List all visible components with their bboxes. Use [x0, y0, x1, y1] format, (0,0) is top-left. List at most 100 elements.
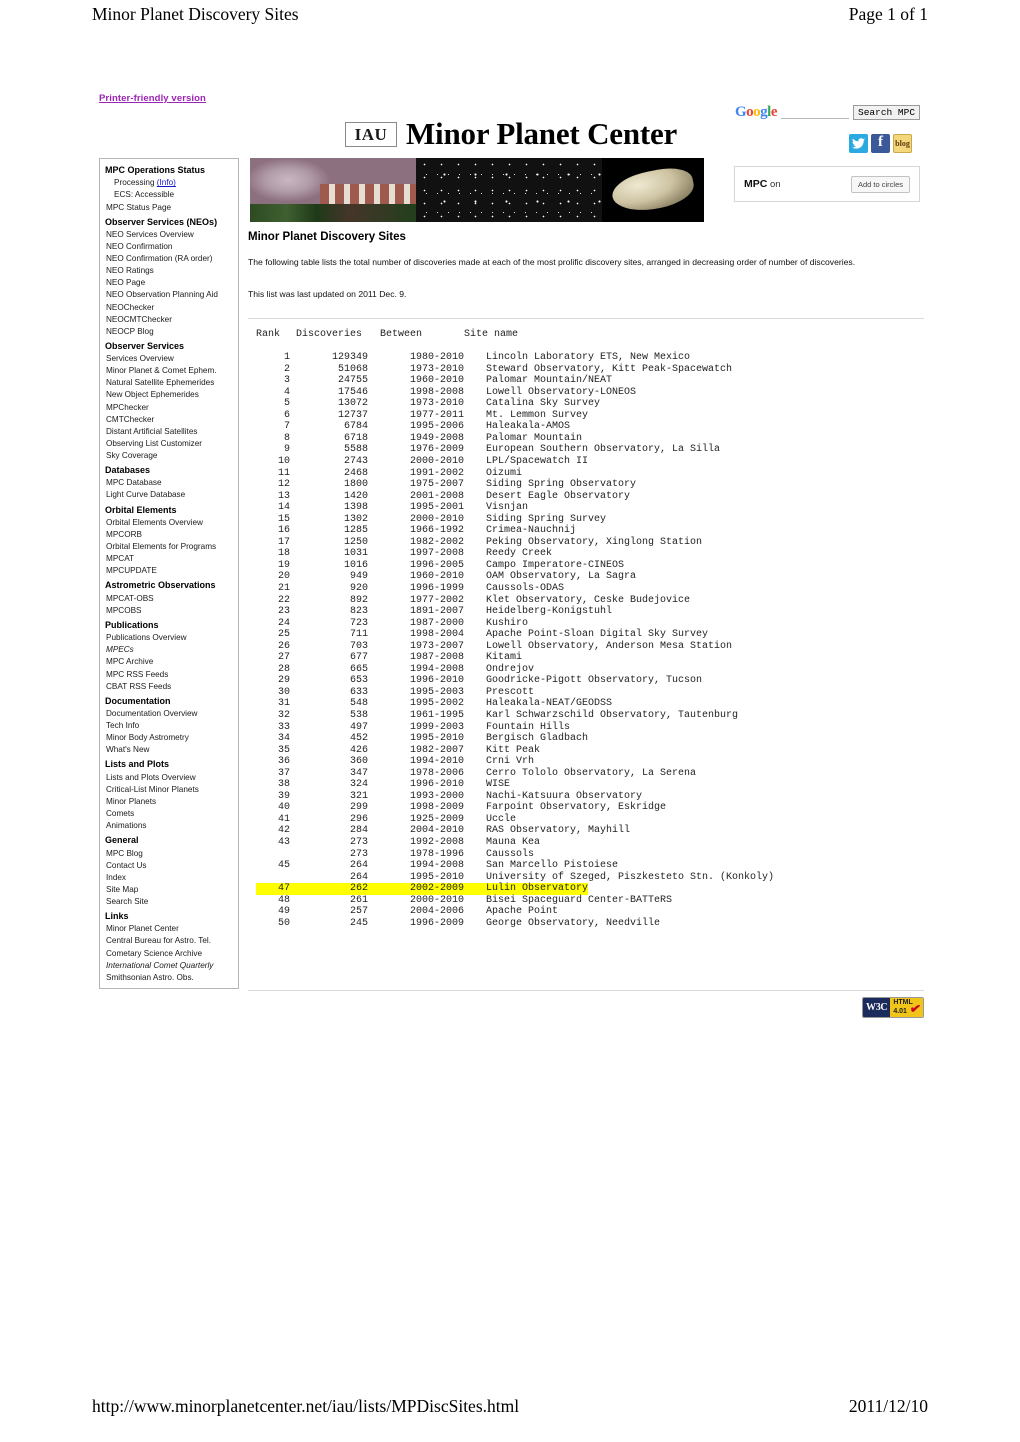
- cell-rank: 25: [277, 629, 290, 641]
- sidebar-item-neo-observation-planning-aid[interactable]: NEO Observation Planning Aid: [100, 289, 238, 301]
- sidebar-item-ecs-accessible[interactable]: ECS: Accessible: [100, 189, 238, 201]
- search-input[interactable]: [781, 106, 850, 119]
- sidebar-item-index[interactable]: Index: [100, 872, 238, 884]
- cell-site-name: Reedy Creek: [486, 548, 553, 560]
- sidebar-item-mpc-rss-feeds[interactable]: MPC RSS Feeds: [100, 669, 238, 681]
- cell-discoveries: 823: [349, 606, 368, 618]
- sidebar-item-mpcat-obs[interactable]: MPCAT-OBS: [100, 593, 238, 605]
- table-row: 27 677 1987-2008 Kitami: [256, 652, 774, 664]
- sidebar-item-site-map[interactable]: Site Map: [100, 884, 238, 896]
- cell-between: 2004-2006: [409, 906, 464, 918]
- cell-between: 1975-2007: [409, 479, 464, 491]
- sidebar-item-minor-planet-comet-ephem[interactable]: Minor Planet & Comet Ephem.: [100, 365, 238, 377]
- sidebar-item-new-object-ephemerides[interactable]: New Object Ephemerides: [100, 389, 238, 401]
- sidebar-item-neo-confirmation[interactable]: NEO Confirmation: [100, 241, 238, 253]
- google-logo: Google: [735, 104, 778, 120]
- sidebar-item-publications-overview[interactable]: Publications Overview: [100, 632, 238, 644]
- cell-rank: 34: [277, 733, 290, 745]
- sidebar-item-mpc-database[interactable]: MPC Database: [100, 477, 238, 489]
- sidebar-item-label: Observing List Customizer: [106, 438, 203, 448]
- cell-between: 1987-2008: [409, 652, 464, 664]
- cell-rank: 36: [277, 756, 290, 768]
- sidebar-item-mpcorb[interactable]: MPCORB: [100, 529, 238, 541]
- sidebar-item-orbital-elements-for-programs[interactable]: Orbital Elements for Programs: [100, 541, 238, 553]
- sidebar-item-smithsonian-astro-obs[interactable]: Smithsonian Astro. Obs.: [100, 972, 238, 984]
- table-row: 1 129349 1980-2010 Lincoln Laboratory ETS, …: [256, 352, 774, 364]
- table-row: 38 324 1996-2010 WISE: [256, 779, 774, 791]
- gplus-suffix: on: [769, 179, 781, 190]
- sidebar-item-comets[interactable]: Comets: [100, 808, 238, 820]
- sidebar-item-observing-list-customizer[interactable]: Observing List Customizer: [100, 438, 238, 450]
- sidebar-item-mpc-blog[interactable]: MPC Blog: [100, 848, 238, 860]
- sidebar-info-link[interactable]: (Info): [157, 178, 176, 187]
- cell-between: 2001-2008: [409, 490, 464, 502]
- cell-between: 1995-2006: [409, 421, 464, 433]
- cell-discoveries: 321: [349, 790, 368, 802]
- sidebar-item-minor-body-astrometry[interactable]: Minor Body Astrometry: [100, 732, 238, 744]
- sidebar-item-distant-artificial-satellites[interactable]: Distant Artificial Satellites: [100, 426, 238, 438]
- sidebar-item-critical-list-minor-planets[interactable]: Critical-List Minor Planets: [100, 784, 238, 796]
- sidebar-item-search-site[interactable]: Search Site: [100, 896, 238, 908]
- sidebar-item-mpc-status-page[interactable]: MPC Status Page: [100, 202, 238, 214]
- sidebar-heading: MPC Operations Status: [105, 165, 206, 175]
- sidebar-item-mpchecker[interactable]: MPChecker: [100, 402, 238, 414]
- sidebar-item-central-bureau-for-astro-tel[interactable]: Central Bureau for Astro. Tel.: [100, 935, 238, 947]
- sidebar-item-sky-coverage[interactable]: Sky Coverage: [100, 450, 238, 462]
- sidebar-item-mpecs[interactable]: MPECs: [100, 644, 238, 656]
- blog-icon[interactable]: blog: [893, 134, 912, 153]
- sidebar-item-tech-info[interactable]: Tech Info: [100, 720, 238, 732]
- sidebar-heading: Documentation: [105, 695, 171, 706]
- search-mpc-button[interactable]: Search MPC: [853, 105, 921, 120]
- add-to-circles-button[interactable]: Add to circles: [850, 175, 910, 193]
- table-row: 20 949 1960-2010 OAM Observatory, La Sagra: [256, 571, 774, 583]
- cell-site-name: Apache Point-Sloan Digital Sky Survey: [486, 629, 709, 641]
- sidebar-item-natural-satellite-ephemerides[interactable]: Natural Satellite Ephemerides: [100, 377, 238, 389]
- sidebar-item-neo-ratings[interactable]: NEO Ratings: [100, 265, 238, 277]
- cell-rank: 40: [277, 802, 290, 814]
- sidebar-item-mpc-archive[interactable]: MPC Archive: [100, 656, 238, 668]
- sidebar-item-minor-planet-center[interactable]: Minor Planet Center: [100, 923, 238, 935]
- table-row: 29 653 1996-2010 Goodricke-Pigott Observato…: [256, 675, 774, 687]
- sidebar-item-minor-planets[interactable]: Minor Planets: [100, 796, 238, 808]
- cell-site-name: Haleakala-NEAT/GEODSS: [486, 698, 613, 710]
- print-header: Minor Planet Discovery Sites Page 1 of 1: [92, 4, 928, 25]
- sidebar-item-mpcobs[interactable]: MPCOBS: [100, 605, 238, 617]
- sidebar-item-neochecker[interactable]: NEOChecker: [100, 302, 238, 314]
- sidebar-item-label: Documentation Overview: [106, 709, 198, 719]
- cell-rank: 50: [277, 917, 290, 929]
- cell-discoveries: 1285: [343, 525, 368, 537]
- sidebar-item-services-overview[interactable]: Services Overview: [100, 353, 238, 365]
- sidebar-item-mpcupdate[interactable]: MPCUPDATE: [100, 565, 238, 577]
- printer-friendly-link[interactable]: Printer-friendly version: [99, 93, 206, 104]
- sidebar-item-label: Minor Planet Center: [106, 924, 179, 934]
- sidebar-item-neocp-blog[interactable]: NEOCP Blog: [100, 326, 238, 338]
- sidebar-item-cbat-rss-feeds[interactable]: CBAT RSS Feeds: [100, 681, 238, 693]
- sidebar-item-international-comet-quarterly[interactable]: International Comet Quarterly: [100, 960, 238, 972]
- sidebar-item-label: NEO Services Overview: [106, 229, 194, 239]
- w3c-validation-badge[interactable]: W3C HTML 4.01 ✔: [862, 997, 924, 1018]
- cell-site-name: University of Szeged, Piszkesteto Stn. (…: [486, 871, 775, 883]
- sidebar-item-neo-page[interactable]: NEO Page: [100, 277, 238, 289]
- table-row: 22 892 1977-2002 Klet Observatory, Ceske Bu…: [256, 595, 774, 607]
- sidebar-item-cmtchecker[interactable]: CMTChecker: [100, 414, 238, 426]
- sidebar-item-contact-us[interactable]: Contact Us: [100, 860, 238, 872]
- sidebar-item-orbital-elements-overview[interactable]: Orbital Elements Overview: [100, 517, 238, 529]
- sidebar-item-documentation-overview[interactable]: Documentation Overview: [100, 708, 238, 720]
- sidebar-item-animations[interactable]: Animations: [100, 820, 238, 832]
- facebook-icon[interactable]: f: [871, 134, 890, 153]
- cell-between: 1998-2009: [409, 802, 464, 814]
- sidebar-item-what-s-new[interactable]: What's New: [100, 744, 238, 756]
- sidebar-item-neo-services-overview[interactable]: NEO Services Overview: [100, 229, 238, 241]
- sidebar-item-neocmtchecker[interactable]: NEOCMTChecker: [100, 314, 238, 326]
- cell-site-name: Lincoln Laboratory ETS, New Mexico: [486, 352, 691, 364]
- cell-discoveries: 347: [349, 767, 368, 779]
- twitter-icon[interactable]: [849, 134, 868, 153]
- sidebar-item-light-curve-database[interactable]: Light Curve Database: [100, 489, 238, 501]
- sidebar-item-lists-and-plots-overview[interactable]: Lists and Plots Overview: [100, 772, 238, 784]
- sidebar-item-processing[interactable]: Processing (Info): [100, 177, 238, 189]
- sidebar-item-cometary-science-archive[interactable]: Cometary Science Archive: [100, 948, 238, 960]
- sidebar-item-neo-confirmation-ra-order[interactable]: NEO Confirmation (RA order): [100, 253, 238, 265]
- sidebar-item-mpcat[interactable]: MPCAT: [100, 553, 238, 565]
- gplus-label: MPC on: [744, 178, 781, 190]
- cell-rank: 28: [277, 663, 290, 675]
